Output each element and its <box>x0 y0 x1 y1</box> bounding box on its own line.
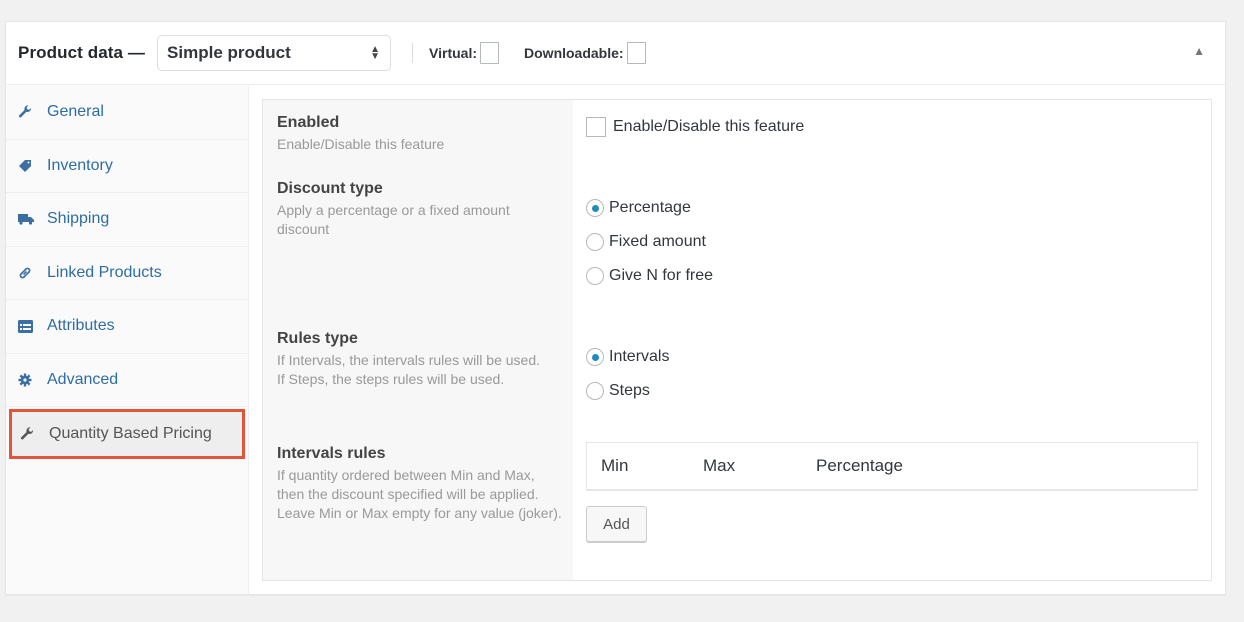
field-description: If Intervals, the intervals rules will b… <box>277 352 541 368</box>
downloadable-label: Downloadable: <box>524 45 624 61</box>
discount-percentage-radio[interactable]: Percentage <box>586 199 691 217</box>
tab-linked-products[interactable]: Linked Products <box>6 247 248 300</box>
list-icon <box>18 319 38 333</box>
tab-label: Shipping <box>47 210 110 228</box>
field-description: If quantity ordered between Min and Max,… <box>277 467 539 502</box>
radio-label: Steps <box>609 382 650 399</box>
tab-label: Inventory <box>47 156 113 174</box>
field-description: Enable/Disable this feature <box>277 136 445 152</box>
gear-icon <box>18 373 38 387</box>
enabled-checkbox-control[interactable]: Enable/Disable this feature <box>586 117 804 137</box>
field-title: Intervals rules <box>277 445 386 462</box>
tab-quantity-based-pricing[interactable]: Quantity Based Pricing <box>9 409 245 459</box>
radio-button[interactable] <box>586 233 604 251</box>
column-header-max: Max <box>703 456 736 475</box>
radio-label: Fixed amount <box>609 233 706 250</box>
intervals-rules-label: Intervals rules If quantity ordered betw… <box>277 445 567 523</box>
rules-intervals-radio[interactable]: Intervals <box>586 348 669 366</box>
virtual-label: Virtual: <box>429 45 478 61</box>
discount-fixed-amount-radio[interactable]: Fixed amount <box>586 233 706 251</box>
link-icon <box>18 266 38 280</box>
quantity-pricing-settings: Enabled Enable/Disable this feature Enab… <box>262 99 1212 581</box>
enabled-checkbox-label: Enable/Disable this feature <box>613 118 805 135</box>
collapse-toggle-icon[interactable]: ▲ <box>1193 44 1205 58</box>
tab-shipping[interactable]: Shipping <box>6 193 248 247</box>
wrench-icon <box>18 105 38 119</box>
panel-header: Product data — Simple product ▲ ▼ Virtual… <box>6 22 1225 85</box>
discount-give-n-free-radio[interactable]: Give N for free <box>586 267 713 285</box>
column-header-percentage: Percentage <box>816 456 903 475</box>
tab-inventory[interactable]: Inventory <box>6 140 248 193</box>
radio-button[interactable] <box>586 348 604 366</box>
rules-type-label: Rules type If Intervals, the intervals r… <box>277 330 567 389</box>
radio-button[interactable] <box>586 382 604 400</box>
tag-icon <box>18 159 38 173</box>
field-description: Leave Min or Max empty for any value (jo… <box>277 505 562 521</box>
radio-label: Percentage <box>609 199 691 216</box>
tab-advanced[interactable]: Advanced <box>6 354 248 407</box>
tab-label: Linked Products <box>47 263 162 281</box>
field-description: If Steps, the steps rules will be used. <box>277 371 505 387</box>
add-rule-button[interactable]: Add <box>586 506 647 542</box>
field-title: Rules type <box>277 330 358 347</box>
enabled-checkbox[interactable] <box>586 117 606 137</box>
product-data-panel: Product data — Simple product ▲ ▼ Virtual… <box>5 21 1226 595</box>
downloadable-checkbox[interactable] <box>626 42 646 64</box>
header-divider <box>412 43 414 63</box>
tab-label: Quantity Based Pricing <box>49 425 212 442</box>
panel-title: Product data — <box>18 43 146 62</box>
radio-button[interactable] <box>586 199 604 217</box>
product-type-value: Simple product <box>167 43 291 62</box>
field-description: Apply a percentage or a fixed amount dis… <box>277 202 510 237</box>
field-title: Discount type <box>277 180 383 197</box>
truck-icon <box>18 213 38 225</box>
radio-label: Give N for free <box>609 267 714 284</box>
column-header-min: Min <box>601 456 629 475</box>
product-data-tabs: General Inventory Shipping Linked Produc… <box>6 86 249 594</box>
wrench-icon <box>20 427 40 441</box>
tab-label: General <box>47 103 104 121</box>
virtual-option: Virtual: <box>429 42 500 64</box>
discount-type-label: Discount type Apply a percentage or a fi… <box>277 180 567 239</box>
downloadable-option: Downloadable: <box>524 42 646 64</box>
select-arrows-icon: ▲ ▼ <box>370 44 381 62</box>
tab-label: Attributes <box>47 317 115 335</box>
tab-attributes[interactable]: Attributes <box>6 300 248 354</box>
product-type-select[interactable]: Simple product ▲ ▼ <box>157 35 392 71</box>
rules-steps-radio[interactable]: Steps <box>586 382 650 400</box>
tab-general[interactable]: General <box>6 86 248 140</box>
field-title: Enabled <box>277 114 340 131</box>
intervals-rules-table: Min Max Percentage <box>586 442 1198 491</box>
radio-label: Intervals <box>609 348 670 365</box>
enabled-label: Enabled Enable/Disable this feature <box>277 114 567 154</box>
radio-button[interactable] <box>586 267 604 285</box>
virtual-checkbox[interactable] <box>480 42 500 64</box>
tab-label: Advanced <box>47 370 119 388</box>
